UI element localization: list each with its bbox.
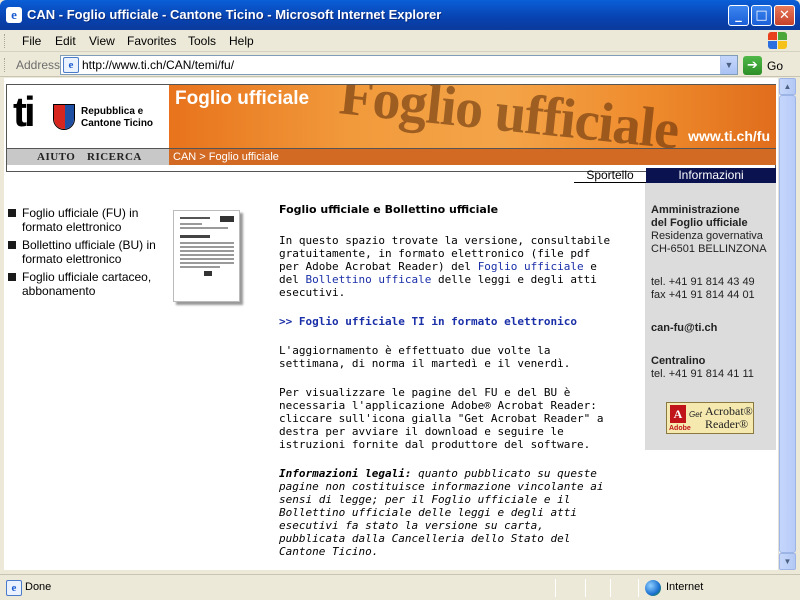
security-zone: Internet xyxy=(666,581,704,593)
menu-view[interactable]: View xyxy=(89,34,115,48)
address-label: Address xyxy=(16,58,61,72)
go-button[interactable]: ➔ Go xyxy=(743,56,793,75)
menu-bar: File Edit View Favorites Tools Help xyxy=(0,30,800,52)
address-url[interactable]: http://www.ti.ch/CAN/temi/fu/ xyxy=(82,58,234,72)
org-name: Amministrazione xyxy=(651,204,740,216)
title-bar: e CAN - Foglio ufficiale - Cantone Ticin… xyxy=(0,0,800,30)
go-arrow-icon[interactable]: ➔ xyxy=(743,56,762,75)
banner-title: Foglio ufficiale xyxy=(175,88,310,109)
scroll-down-icon[interactable]: ▼ xyxy=(779,553,796,570)
nav-item-fu[interactable]: Foglio ufficiale (FU) in formato elettro… xyxy=(8,206,168,234)
nav-aiuto[interactable]: AIUTO xyxy=(37,151,75,163)
fax: fax +41 91 814 44 01 xyxy=(651,289,755,301)
tab-sportello[interactable]: Sportello xyxy=(574,168,646,183)
go-label[interactable]: Go xyxy=(767,59,783,73)
address-dropdown-icon[interactable]: ▼ xyxy=(720,56,737,74)
ie-icon: e xyxy=(6,7,22,23)
adobe-logo-icon: A xyxy=(670,405,686,423)
page-viewport: ti Repubblica e Cantone Ticino Foglio uf… xyxy=(4,78,778,570)
main-content: Foglio ufficiale e Bollettino ufficiale … xyxy=(279,203,615,570)
address-bar: Address e http://www.ti.ch/CAN/temi/fu/ … xyxy=(0,53,800,77)
banner-watermark: Foglio ufficiale xyxy=(336,85,682,148)
toolbar-grip[interactable] xyxy=(4,34,7,48)
site-header: ti Repubblica e Cantone Ticino Foglio uf… xyxy=(6,84,776,172)
section-tabs: Sportello Informazioni xyxy=(574,168,776,183)
centralino-phone: tel. +41 91 814 41 11 xyxy=(651,368,754,380)
link-fu-electronic[interactable]: >> Foglio ufficiale TI in formato elettr… xyxy=(279,315,615,328)
phone: tel. +41 91 814 43 49 xyxy=(651,276,755,288)
menu-file[interactable]: File xyxy=(22,34,41,48)
vertical-scrollbar[interactable]: ▲ ▼ xyxy=(778,78,796,570)
left-nav: Foglio ufficiale (FU) in formato elettro… xyxy=(8,206,168,302)
address-line1: Residenza governativa xyxy=(651,230,763,242)
close-button[interactable]: ✕ xyxy=(774,5,795,26)
status-text: Done xyxy=(25,581,52,593)
site-logo[interactable]: ti Repubblica e Cantone Ticino xyxy=(7,85,169,148)
windows-logo-icon xyxy=(764,31,792,51)
scroll-thumb[interactable] xyxy=(779,95,796,553)
nav-item-bu[interactable]: Bollettino ufficiale (BU) in formato ele… xyxy=(8,238,168,266)
page-done-icon: e xyxy=(6,580,22,596)
centralino-label: Centralino xyxy=(651,355,706,367)
breadcrumb-text[interactable]: CAN > Foglio ufficiale xyxy=(173,151,279,163)
logo-ti: ti xyxy=(13,88,36,135)
status-bar: e Done Internet xyxy=(0,574,800,600)
minimize-button[interactable]: _ xyxy=(728,5,749,26)
document-thumbnail xyxy=(173,210,240,302)
toolbar-grip[interactable] xyxy=(4,58,7,72)
address-input[interactable]: e http://www.ti.ch/CAN/temi/fu/ ▼ xyxy=(60,55,738,75)
utility-nav: AIUTO RICERCA xyxy=(7,148,169,165)
menu-help[interactable]: Help xyxy=(229,34,254,48)
intro-paragraph: In questo spazio trovate la versione, co… xyxy=(279,234,611,299)
breadcrumb: CAN > Foglio ufficiale xyxy=(169,148,776,165)
window-title: CAN - Foglio ufficiale - Cantone Ticino … xyxy=(27,7,442,22)
banner-url: www.ti.ch/fu xyxy=(688,128,770,144)
menu-tools[interactable]: Tools xyxy=(188,34,216,48)
org-name-2: del Foglio ufficiale xyxy=(651,217,748,229)
legal-paragraph: Informazioni legali: quanto pubblicato s… xyxy=(279,467,604,558)
header-banner: Foglio ufficiale Foglio ufficiale www.ti… xyxy=(169,85,776,148)
menu-favorites[interactable]: Favorites xyxy=(127,34,176,48)
bullet-icon xyxy=(8,273,16,281)
logo-text: Repubblica e Cantone Ticino xyxy=(81,106,154,129)
maximize-button[interactable]: □ xyxy=(751,5,772,26)
page-icon: e xyxy=(63,57,79,73)
nav-ricerca[interactable]: RICERCA xyxy=(87,151,142,163)
internet-zone-icon xyxy=(645,580,661,596)
bullet-icon xyxy=(8,209,16,217)
get-acrobat-reader-button[interactable]: A Adobe Get Acrobat® Reader® xyxy=(666,402,754,434)
update-paragraph: L'aggiornamento è effettuato due volte l… xyxy=(279,344,571,370)
acrobat-paragraph: Per visualizzare le pagine del FU e del … xyxy=(279,386,604,451)
page-heading: Foglio ufficiale e Bollettino ufficiale xyxy=(279,203,499,216)
link-bollettino-ufficiale[interactable]: Bollettino ufficale xyxy=(306,273,432,286)
link-foglio-ufficiale[interactable]: Foglio ufficiale xyxy=(478,260,584,273)
ticino-shield-icon xyxy=(53,104,75,130)
address-line2: CH-6501 BELLINZONA xyxy=(651,243,767,255)
scroll-up-icon[interactable]: ▲ xyxy=(779,78,796,95)
menu-edit[interactable]: Edit xyxy=(55,34,76,48)
email-link[interactable]: can-fu@ti.ch xyxy=(651,322,767,335)
bullet-icon xyxy=(8,241,16,249)
tab-informazioni[interactable]: Informazioni xyxy=(646,168,776,183)
nav-item-cartaceo[interactable]: Foglio ufficiale cartaceo, abbonamento xyxy=(8,270,168,298)
